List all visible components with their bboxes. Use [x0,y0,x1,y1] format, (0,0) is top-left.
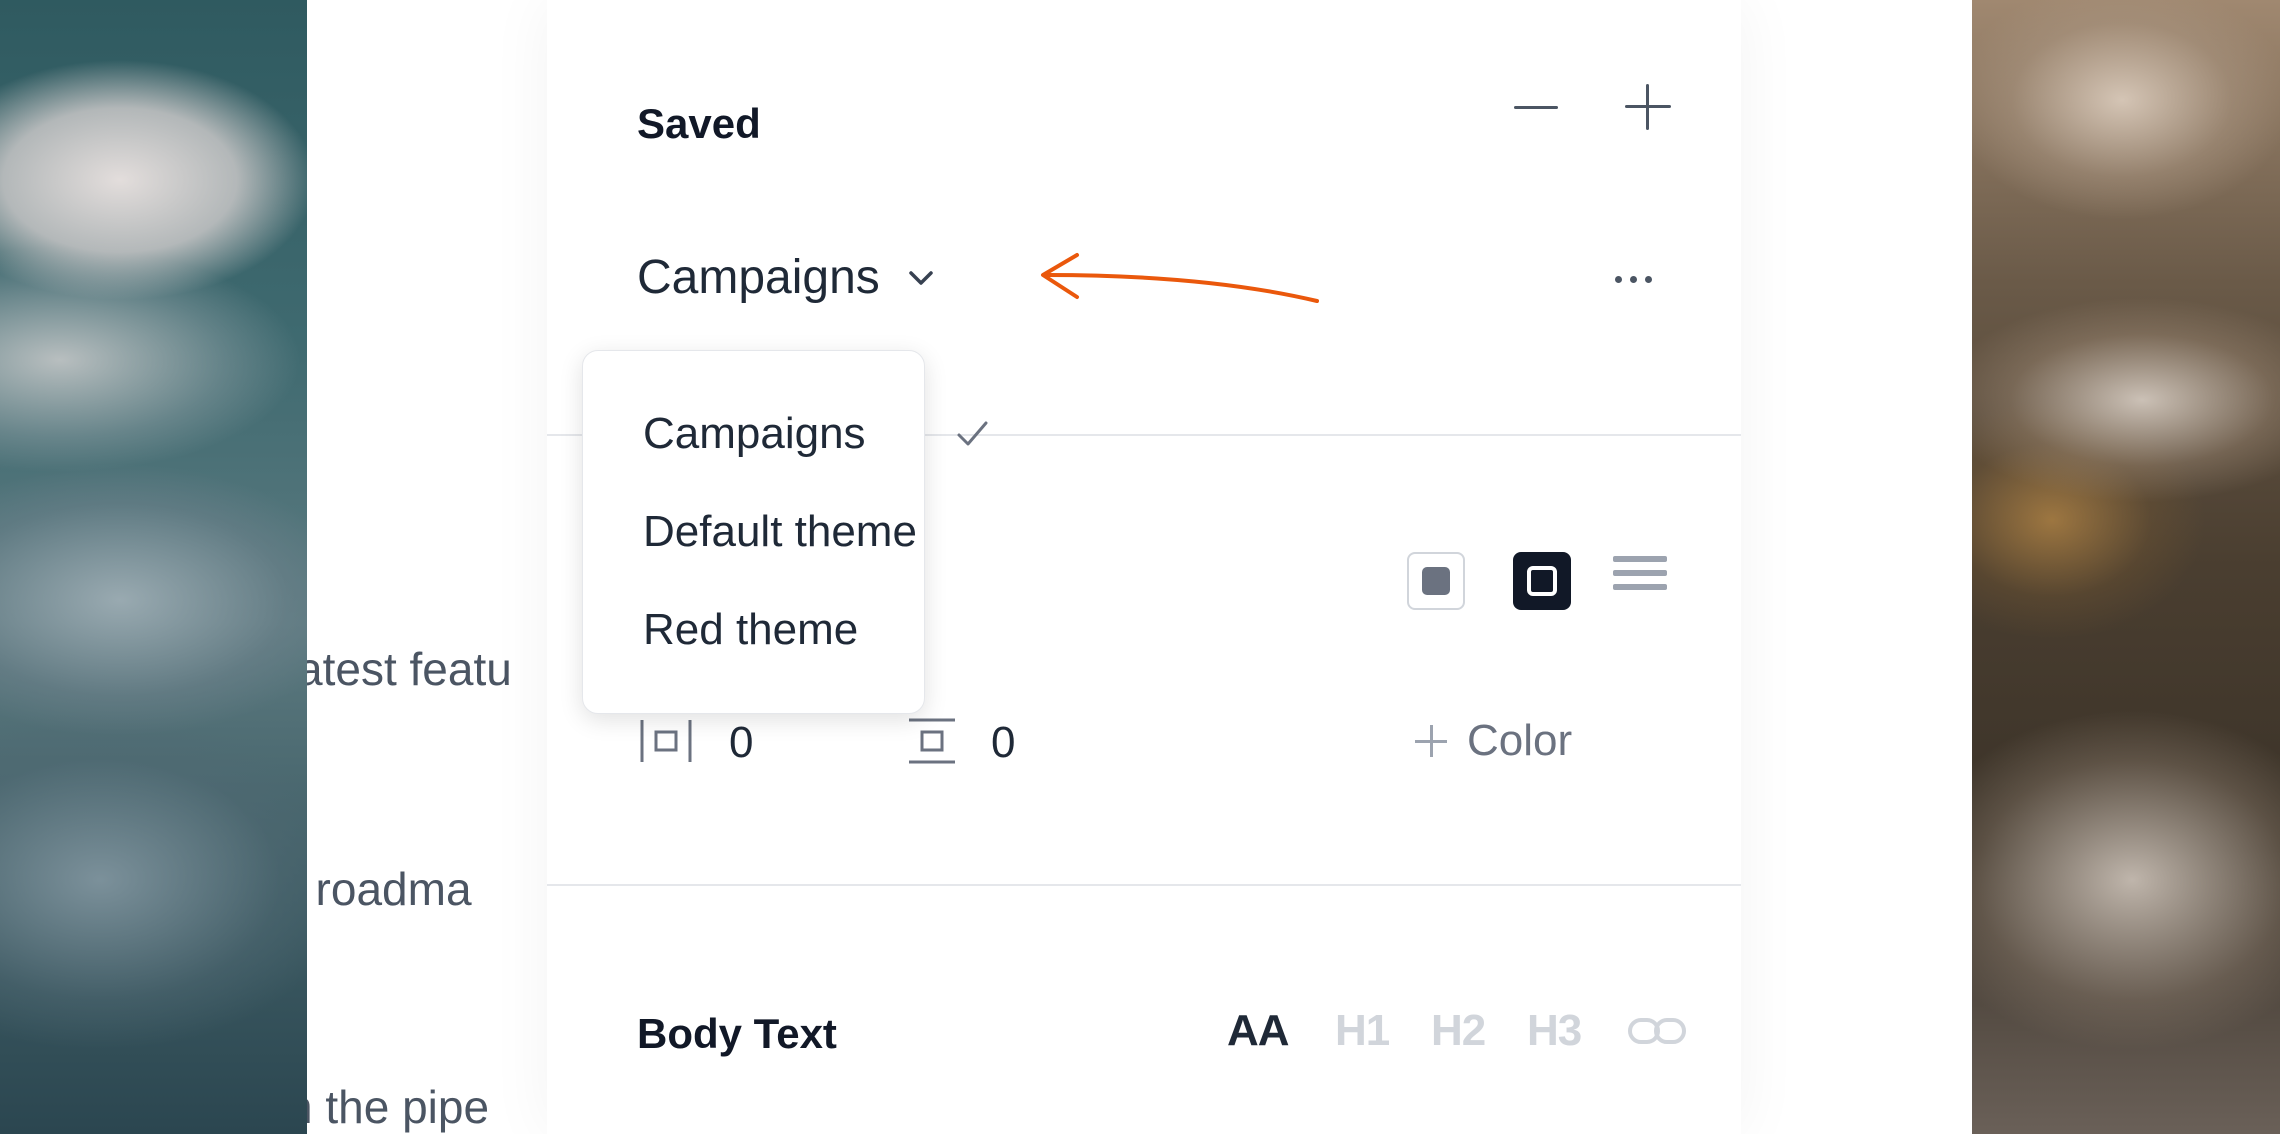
background-photo-left [0,0,307,1134]
annotation-arrow-icon [1041,253,1319,303]
format-h1-button[interactable]: H1 [1335,1006,1390,1056]
link-icon[interactable] [1627,1012,1687,1050]
fill-style-icon[interactable] [1407,552,1465,610]
theme-panel: Saved Campaigns 0 0 Color Body Text AA H [547,0,1741,1134]
saved-theme-menu: Campaigns Default theme Red theme [582,350,988,714]
vertical-padding-icon [909,718,955,764]
plus-icon[interactable] [1625,84,1671,130]
menu-item-campaigns[interactable]: Campaigns [643,409,866,459]
chevron-down-icon [909,270,933,285]
saved-theme-dropdown[interactable]: Campaigns [637,250,936,305]
format-h3-button[interactable]: H3 [1527,1006,1582,1056]
vertical-padding-value[interactable]: 0 [991,718,1015,768]
body-text-title: Body Text [637,1010,837,1057]
horizontal-padding-icon [640,720,692,762]
saved-section-title: Saved [637,100,761,147]
add-color-label: Color [1467,716,1573,765]
menu-item-default-theme[interactable]: Default theme [643,507,917,557]
menu-item-red-theme[interactable]: Red theme [643,605,858,655]
add-color-button[interactable]: Color [1415,716,1572,766]
background-text-line: ct roadma [307,863,472,915]
horizontal-padding-value[interactable]: 0 [729,718,753,768]
check-icon [957,421,988,446]
minus-icon[interactable] [1514,86,1558,130]
background-text-line: n the pipe [307,1081,490,1133]
outline-style-icon[interactable] [1513,552,1571,610]
plus-icon [1415,725,1447,757]
more-icon[interactable] [1615,276,1652,283]
background-text-clip: atest featu ct roadma n the pipe [307,0,547,1134]
format-text-size-button[interactable]: AA [1227,1006,1290,1056]
format-h2-button[interactable]: H2 [1431,1006,1486,1056]
section-divider [547,884,1741,886]
background-photo-right [1972,0,2280,1134]
dropdown-selected-label: Campaigns [637,251,880,304]
background-text-line: atest featu [307,643,512,695]
lines-style-icon[interactable] [1613,556,1667,598]
